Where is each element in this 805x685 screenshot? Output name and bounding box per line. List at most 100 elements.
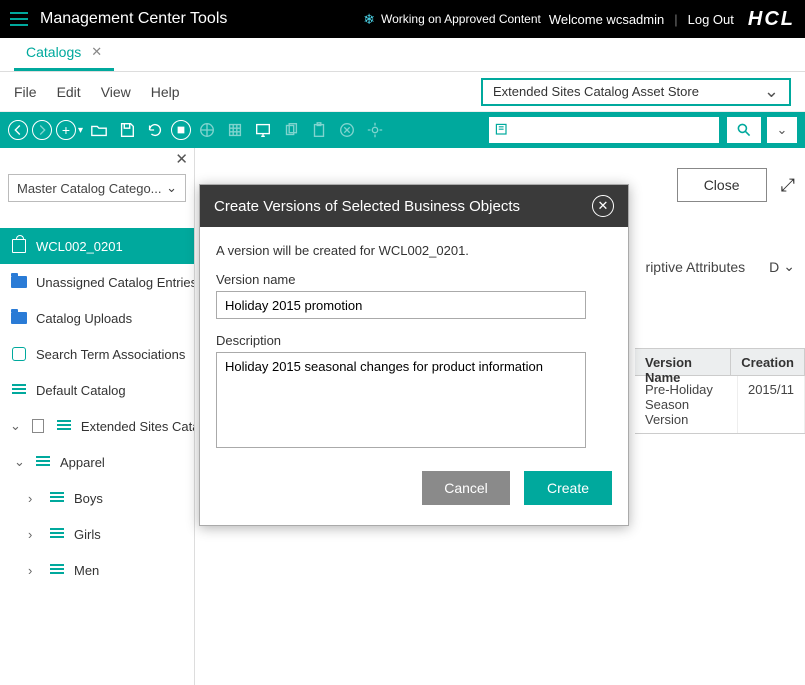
new-button[interactable]: + [56, 120, 76, 140]
snowflake-icon: ❄ [363, 11, 375, 28]
tree-item[interactable]: Default Catalog [0, 372, 194, 408]
tree-item-label: Catalog Uploads [36, 311, 132, 326]
chevron-right-icon[interactable]: › [28, 491, 40, 506]
tab-more-dropdown[interactable]: D ⌄ [769, 258, 795, 275]
tree-item[interactable]: › Girls [0, 516, 194, 552]
chevron-right-icon[interactable]: › [28, 563, 40, 578]
tree-item[interactable]: › Boys [0, 480, 194, 516]
tree-item[interactable]: Search Term Associations [0, 336, 194, 372]
version-history: Version Name Creation Pre-Holiday Season… [635, 348, 805, 434]
category-icon [10, 381, 28, 399]
menu-edit[interactable]: Edit [57, 84, 81, 100]
store-selector-value: Extended Sites Catalog Asset Store [493, 84, 699, 99]
globe-button[interactable] [195, 118, 219, 142]
search-box[interactable] [489, 117, 719, 143]
back-button[interactable] [8, 120, 28, 140]
toolbar: + ▾ ⌄ [0, 112, 805, 148]
tree-item-label: WCL002_0201 [36, 239, 123, 254]
copy-button[interactable] [279, 118, 303, 142]
description-input[interactable]: Holiday 2015 seasonal changes for produc… [216, 352, 586, 448]
dialog-title: Create Versions of Selected Business Obj… [214, 198, 520, 215]
tree-item-label: Men [74, 563, 99, 578]
folder-icon [10, 309, 28, 327]
search-dropdown[interactable]: ⌄ [767, 117, 797, 143]
folder-icon [10, 273, 28, 291]
close-icon[interactable]: ✕ [592, 195, 614, 217]
tree-item[interactable]: ⌄ Apparel [0, 444, 194, 480]
menu-file[interactable]: File [14, 84, 37, 100]
welcome-text: Welcome wcsadmin [549, 12, 664, 27]
tree-item-label: Girls [74, 527, 101, 542]
bag-icon [10, 237, 28, 255]
tree-item[interactable]: ⌄ Extended Sites Catalog Asset Store [0, 408, 194, 444]
tree-item-label: Default Catalog [36, 383, 126, 398]
category-icon [34, 453, 52, 471]
close-icon[interactable]: ✕ [0, 148, 194, 168]
version-name-input[interactable] [216, 291, 586, 319]
col-version-name[interactable]: Version Name [635, 349, 731, 375]
expand-icon[interactable]: ⤢ [781, 175, 795, 196]
chevron-down-icon: ⌄ [764, 81, 779, 102]
category-icon [48, 525, 66, 543]
create-button[interactable]: Create [524, 471, 612, 505]
menu-view[interactable]: View [101, 84, 131, 100]
tab-more-label: D [769, 259, 779, 275]
tab-descriptive-attributes[interactable]: riptive Attributes [646, 259, 746, 275]
chevron-down-icon[interactable]: ▾ [78, 125, 83, 136]
sidebar: ✕ Master Catalog Catego... ⌄ WCL002_0201… [0, 148, 195, 685]
tab-catalogs[interactable]: Catalogs ✕ [14, 36, 114, 71]
paste-button[interactable] [307, 118, 331, 142]
document-icon [29, 417, 47, 435]
grid-button[interactable] [223, 118, 247, 142]
store-selector[interactable]: Extended Sites Catalog Asset Store ⌄ [481, 78, 791, 106]
tree-item[interactable]: Catalog Uploads [0, 300, 194, 336]
search-input[interactable] [515, 117, 719, 143]
cell-creation-date: 2015/11 [738, 376, 805, 433]
chevron-down-icon: ⌄ [166, 180, 177, 196]
table-row[interactable]: Pre-Holiday Season Version 2015/11 [635, 376, 805, 434]
dialog-message: A version will be created for WCL002_020… [216, 243, 612, 258]
dialog-header: Create Versions of Selected Business Obj… [200, 185, 628, 227]
chevron-down-icon[interactable]: ⌄ [14, 454, 26, 470]
cancel-button[interactable]: Cancel [422, 471, 510, 505]
settings-button[interactable] [363, 118, 387, 142]
hamburger-icon[interactable] [10, 12, 28, 26]
menu-help[interactable]: Help [151, 84, 180, 100]
version-name-label: Version name [216, 272, 612, 287]
chevron-down-icon[interactable]: ⌄ [10, 418, 21, 434]
cell-version-name: Pre-Holiday Season Version [635, 376, 738, 433]
preview-button[interactable] [251, 118, 275, 142]
open-button[interactable] [87, 118, 111, 142]
close-icon[interactable]: ✕ [91, 44, 102, 60]
delete-button[interactable] [335, 118, 359, 142]
forward-button[interactable] [32, 120, 52, 140]
search-button[interactable] [727, 117, 761, 143]
catalog-selector-value: Master Catalog Catego... [17, 181, 162, 196]
create-version-dialog: Create Versions of Selected Business Obj… [199, 184, 629, 526]
stop-button[interactable] [171, 120, 191, 140]
save-button[interactable] [115, 118, 139, 142]
table-header: Version Name Creation [635, 348, 805, 376]
close-button[interactable]: Close [677, 168, 767, 202]
tree-item-label: Boys [74, 491, 103, 506]
tree-item[interactable]: Unassigned Catalog Entries [0, 264, 194, 300]
tree-item[interactable]: WCL002_0201 [0, 228, 194, 264]
col-creation-date[interactable]: Creation [731, 349, 805, 375]
chevron-down-icon: ⌄ [783, 258, 795, 275]
refresh-button[interactable] [143, 118, 167, 142]
tree-item-label: Extended Sites Catalog Asset Store [81, 419, 194, 434]
separator: | [674, 12, 677, 27]
tree-item[interactable]: › Men [0, 552, 194, 588]
catalog-selector[interactable]: Master Catalog Catego... ⌄ [8, 174, 186, 202]
hcl-logo: HCL [748, 8, 795, 31]
menu-bar: File Edit View Help Extended Sites Catal… [0, 72, 805, 112]
top-bar: Management Center Tools ❄ Working on App… [0, 0, 805, 38]
description-label: Description [216, 333, 612, 348]
search-scope-icon[interactable] [489, 122, 515, 138]
app-title: Management Center Tools [40, 10, 227, 28]
logout-link[interactable]: Log Out [688, 12, 734, 27]
catalog-tree: WCL002_0201 Unassigned Catalog Entries Cat… [0, 228, 194, 588]
tree-item-label: Apparel [60, 455, 105, 470]
chevron-right-icon[interactable]: › [28, 527, 40, 542]
tree-item-label: Search Term Associations [36, 347, 185, 362]
